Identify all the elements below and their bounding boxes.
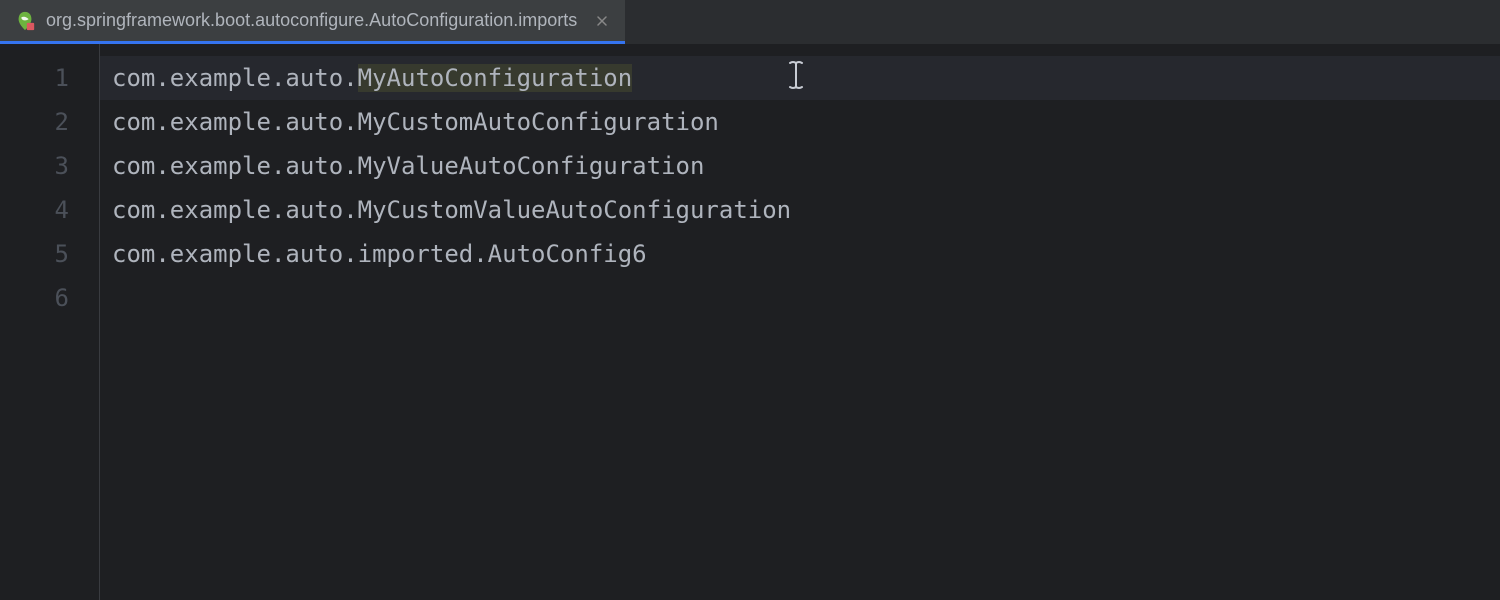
code-line[interactable]: com.example.auto.MyCustomValueAutoConfig…	[112, 188, 1500, 232]
code-text: com.example.auto.imported.AutoConfig6	[112, 240, 647, 268]
code-line[interactable]: com.example.auto.imported.AutoConfig6	[112, 232, 1500, 276]
line-number[interactable]: 4	[0, 188, 99, 232]
code-line[interactable]: com.example.auto.MyAutoConfiguration	[100, 56, 1500, 100]
editor-tab[interactable]: org.springframework.boot.autoconfigure.A…	[0, 0, 625, 44]
tab-title: org.springframework.boot.autoconfigure.A…	[46, 10, 577, 31]
tab-bar: org.springframework.boot.autoconfigure.A…	[0, 0, 1500, 44]
code-text: com.example.auto.MyValueAutoConfiguratio…	[112, 152, 704, 180]
code-text: com.example.auto.MyCustomValueAutoConfig…	[112, 196, 791, 224]
code-line[interactable]	[112, 276, 1500, 320]
code-text: com.example.auto.	[112, 64, 358, 92]
line-number[interactable]: 1	[0, 56, 99, 100]
line-number[interactable]: 3	[0, 144, 99, 188]
close-tab-button[interactable]	[593, 12, 611, 30]
code-line[interactable]: com.example.auto.MyCustomAutoConfigurati…	[112, 100, 1500, 144]
code-line[interactable]: com.example.auto.MyValueAutoConfiguratio…	[112, 144, 1500, 188]
line-number[interactable]: 2	[0, 100, 99, 144]
spring-file-icon	[14, 10, 36, 32]
line-number[interactable]: 6	[0, 276, 99, 320]
editor-area: 1 2 3 4 5 6 com.example.auto.MyAutoConfi…	[0, 44, 1500, 600]
code-area[interactable]: com.example.auto.MyAutoConfiguration com…	[100, 44, 1500, 600]
line-number[interactable]: 5	[0, 232, 99, 276]
code-text: com.example.auto.MyCustomAutoConfigurati…	[112, 108, 719, 136]
gutter: 1 2 3 4 5 6	[0, 44, 100, 600]
highlighted-text: MyAutoConfiguration	[358, 64, 633, 92]
